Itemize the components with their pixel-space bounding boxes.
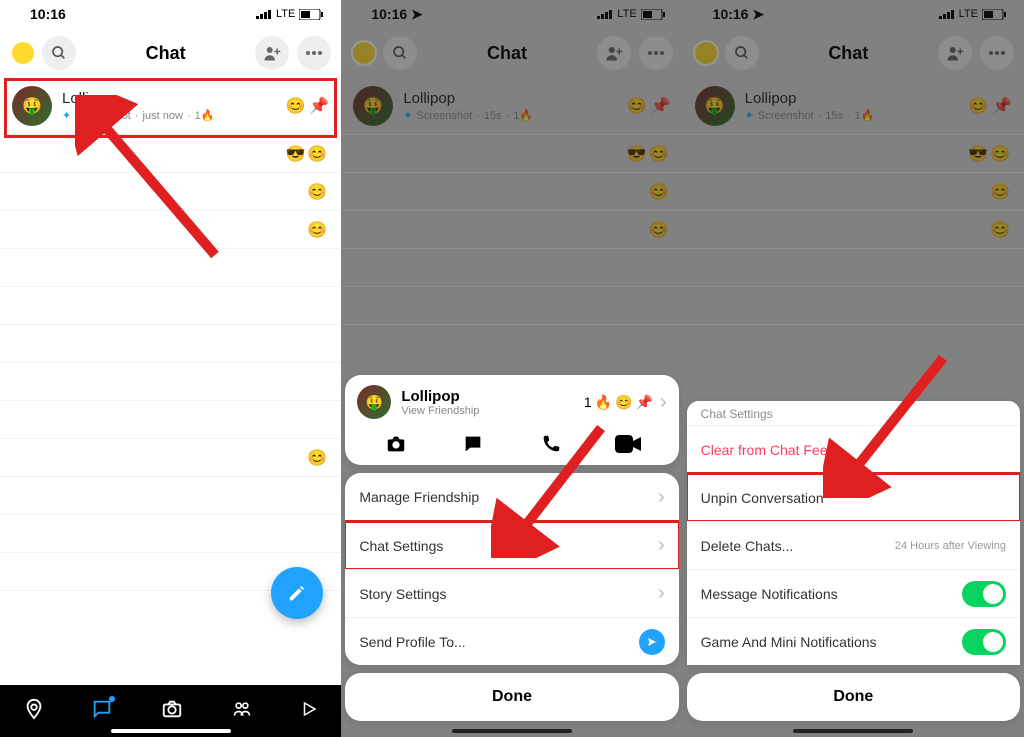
snap-button[interactable] xyxy=(372,433,420,455)
chat-header: Chat xyxy=(683,28,1024,78)
contact-status: ✦ Screenshot · just now · 1🔥 xyxy=(62,109,285,122)
screenshot-icon: ✦ xyxy=(62,109,71,122)
profile-avatar[interactable] xyxy=(10,40,36,66)
game-notifications-toggle[interactable] xyxy=(962,629,1006,655)
send-profile-option[interactable]: Send Profile To... xyxy=(345,617,678,665)
search-button xyxy=(383,36,417,70)
add-friend-button[interactable] xyxy=(255,36,289,70)
add-friend-button xyxy=(597,36,631,70)
search-button[interactable] xyxy=(42,36,76,70)
list-item[interactable] xyxy=(0,287,341,325)
list-item[interactable]: 😊 xyxy=(0,173,341,211)
video-button[interactable] xyxy=(604,433,652,455)
contact-name: Lollipop xyxy=(62,90,285,107)
signal-icon xyxy=(597,9,613,19)
list-item[interactable] xyxy=(0,363,341,401)
profile-card[interactable]: 🤑 Lollipop View Friendship 1🔥😊📌 › xyxy=(345,375,678,465)
list-item[interactable]: 😎😊 xyxy=(0,135,341,173)
chat-settings-option[interactable]: Chat Settings xyxy=(345,521,678,569)
search-icon xyxy=(51,45,67,61)
nav-camera[interactable] xyxy=(160,698,184,725)
clear-from-feed-option[interactable]: Clear from Chat Feed xyxy=(687,425,1020,473)
home-indicator[interactable] xyxy=(793,729,913,733)
chat-settings-sheet: Chat Settings Clear from Chat Feed Unpin… xyxy=(687,401,1020,737)
delete-chats-option[interactable]: Delete Chats... 24 Hours after Viewing xyxy=(687,521,1020,569)
status-bar: 10:16 LTE xyxy=(0,0,341,28)
chat-icon xyxy=(461,433,485,455)
nav-map[interactable] xyxy=(23,698,45,725)
list-item[interactable] xyxy=(0,477,341,515)
profile-avatar xyxy=(351,40,377,66)
pin-icon: 📌 xyxy=(309,96,329,116)
contact-avatar[interactable]: 🤑 xyxy=(12,86,52,126)
game-notifications-option[interactable]: Game And Mini Notifications xyxy=(687,617,1020,665)
status-time: 10:16 ➤ xyxy=(713,6,764,23)
more-button[interactable] xyxy=(297,36,331,70)
signal-icon xyxy=(256,9,272,19)
send-icon xyxy=(639,629,665,655)
unpin-conversation-option[interactable]: Unpin Conversation xyxy=(687,473,1020,521)
phone-icon xyxy=(540,433,562,455)
list-item[interactable] xyxy=(0,515,341,553)
more-button xyxy=(639,36,673,70)
sheet-title: Chat Settings xyxy=(687,401,1020,425)
list-item[interactable] xyxy=(0,249,341,287)
call-button[interactable] xyxy=(527,433,575,455)
battery-icon xyxy=(641,9,665,20)
status-bar: 10:16 ➤ LTE xyxy=(341,0,682,28)
add-friend-icon xyxy=(263,45,281,61)
status-time: 10:16 ➤ xyxy=(371,6,422,23)
chat-settings-menu: Chat Settings Clear from Chat Feed Unpin… xyxy=(687,401,1020,665)
manage-friendship-option[interactable]: Manage Friendship xyxy=(345,473,678,521)
story-settings-option[interactable]: Story Settings xyxy=(345,569,678,617)
view-friendship-link[interactable]: View Friendship xyxy=(401,405,479,417)
chat-list[interactable]: 🤑 Lollipop ✦ Screenshot · just now · 1🔥 … xyxy=(0,78,341,685)
chat-header: Chat xyxy=(341,28,682,78)
card-contact-name: Lollipop xyxy=(401,388,479,405)
status-bar: 10:16 ➤ LTE xyxy=(683,0,1024,28)
battery-icon xyxy=(299,9,323,20)
home-indicator[interactable] xyxy=(111,729,231,733)
chat-header: Chat xyxy=(0,28,341,78)
done-button[interactable]: Done xyxy=(345,673,678,721)
nav-chat[interactable] xyxy=(91,698,113,725)
list-item[interactable] xyxy=(0,401,341,439)
status-right: LTE xyxy=(256,8,323,20)
status-right: LTE xyxy=(597,8,664,20)
camera-icon xyxy=(383,433,409,455)
message-notifications-option[interactable]: Message Notifications xyxy=(687,569,1020,617)
message-notifications-toggle[interactable] xyxy=(962,581,1006,607)
chat-button[interactable] xyxy=(449,433,497,455)
context-sheet: 🤑 Lollipop View Friendship 1🔥😊📌 › Manage… xyxy=(345,375,678,737)
done-button[interactable]: Done xyxy=(687,673,1020,721)
status-time: 10:16 xyxy=(30,6,66,22)
list-item[interactable]: 😊 xyxy=(0,211,341,249)
new-chat-fab[interactable] xyxy=(271,567,323,619)
nav-stories[interactable] xyxy=(230,699,254,724)
video-icon xyxy=(615,435,641,453)
bff-emoji: 😊 xyxy=(285,96,305,116)
header-title: Chat xyxy=(76,43,255,64)
nav-spotlight[interactable] xyxy=(300,699,318,724)
home-indicator[interactable] xyxy=(452,729,572,733)
more-icon xyxy=(305,51,323,55)
chat-row-lollipop[interactable]: 🤑 Lollipop ✦ Screenshot · just now · 1🔥 … xyxy=(0,78,341,135)
card-meta: 1🔥😊📌 › xyxy=(584,391,667,414)
context-menu: Manage Friendship Chat Settings Story Se… xyxy=(345,473,678,665)
compose-icon xyxy=(286,582,308,604)
list-item[interactable]: 😊 xyxy=(0,439,341,477)
contact-avatar[interactable]: 🤑 xyxy=(357,385,391,419)
list-item[interactable] xyxy=(0,325,341,363)
